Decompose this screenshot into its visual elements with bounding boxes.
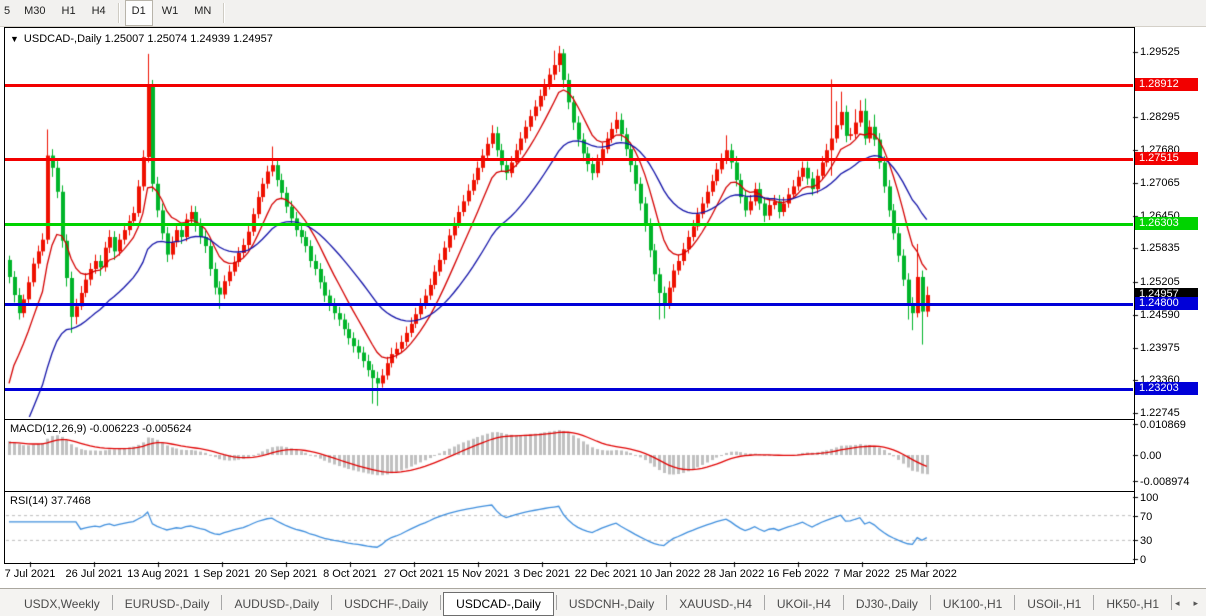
price-tick-label: 1.24590 bbox=[1140, 309, 1180, 321]
date-axis-label: 16 Feb 2022 bbox=[767, 568, 829, 580]
price-tick-label: 1.23975 bbox=[1140, 342, 1180, 354]
price-badge-resistance-2: 1.27515 bbox=[1135, 152, 1198, 165]
price-tick-label: 1.25835 bbox=[1140, 242, 1180, 254]
date-axis-label: 28 Jan 2022 bbox=[703, 568, 765, 580]
date-axis-label: 13 Aug 2021 bbox=[127, 568, 189, 580]
date-axis-label: 7 Jul 2021 bbox=[4, 568, 56, 580]
hline-support-2[interactable] bbox=[5, 388, 1133, 391]
date-axis-label: 27 Oct 2021 bbox=[384, 568, 444, 580]
rsi-tick-label: 30 bbox=[1140, 535, 1153, 547]
price-tick-label: 1.25205 bbox=[1140, 276, 1180, 288]
macd-tick-label: 0.00 bbox=[1140, 450, 1162, 462]
hline-resistance-1[interactable] bbox=[5, 84, 1133, 87]
date-axis-label: 8 Oct 2021 bbox=[323, 568, 377, 580]
rsi-tick-label: 0 bbox=[1140, 554, 1147, 566]
date-axis-label: 20 Sep 2021 bbox=[254, 568, 318, 580]
price-badge-resistance-1: 1.28912 bbox=[1135, 78, 1198, 91]
price-badge-pivot-green: 1.26303 bbox=[1135, 217, 1198, 230]
trading-app-window: 5M30H1H4D1W1MN ▼ USDCAD-,Daily 1.25007 1… bbox=[0, 0, 1206, 616]
price-tick-label: 1.28295 bbox=[1140, 111, 1180, 123]
macd-tick-label: 0.010869 bbox=[1140, 419, 1186, 431]
date-axis-label: 1 Sep 2021 bbox=[193, 568, 251, 580]
price-tick-label: 1.29525 bbox=[1140, 46, 1180, 58]
chart-canvas[interactable] bbox=[0, 0, 1206, 616]
date-axis-label: 3 Dec 2021 bbox=[513, 568, 571, 580]
hline-pivot-green[interactable] bbox=[5, 223, 1133, 226]
chart-title-text: USDCAD-,Daily 1.25007 1.25074 1.24939 1.… bbox=[23, 33, 273, 45]
price-tick-label: 1.27065 bbox=[1140, 177, 1180, 189]
macd-tick-label: -0.008974 bbox=[1140, 476, 1190, 488]
hline-support-1[interactable] bbox=[5, 303, 1133, 306]
ohlc-collapse-icon[interactable]: ▼ bbox=[10, 34, 19, 44]
date-axis-label: 15 Nov 2021 bbox=[446, 568, 510, 580]
price-badge-support-1: 1.24800 bbox=[1135, 297, 1198, 310]
hline-resistance-2[interactable] bbox=[5, 158, 1133, 161]
price-tick-label: 1.22745 bbox=[1140, 407, 1180, 419]
date-axis-label: 10 Jan 2022 bbox=[639, 568, 701, 580]
date-axis-label: 26 Jul 2021 bbox=[65, 568, 123, 580]
price-badge-support-2: 1.23203 bbox=[1135, 382, 1198, 395]
date-axis-label: 7 Mar 2022 bbox=[834, 568, 890, 580]
rsi-tick-label: 100 bbox=[1140, 492, 1159, 504]
rsi-label: RSI(14) 37.7468 bbox=[10, 495, 91, 507]
date-axis-label: 25 Mar 2022 bbox=[895, 568, 957, 580]
chart-title-row: ▼ USDCAD-,Daily 1.25007 1.25074 1.24939 … bbox=[10, 33, 273, 45]
rsi-tick-label: 70 bbox=[1140, 511, 1153, 523]
date-axis-label: 22 Dec 2021 bbox=[574, 568, 638, 580]
macd-label: MACD(12,26,9) -0.006223 -0.005624 bbox=[10, 423, 192, 435]
